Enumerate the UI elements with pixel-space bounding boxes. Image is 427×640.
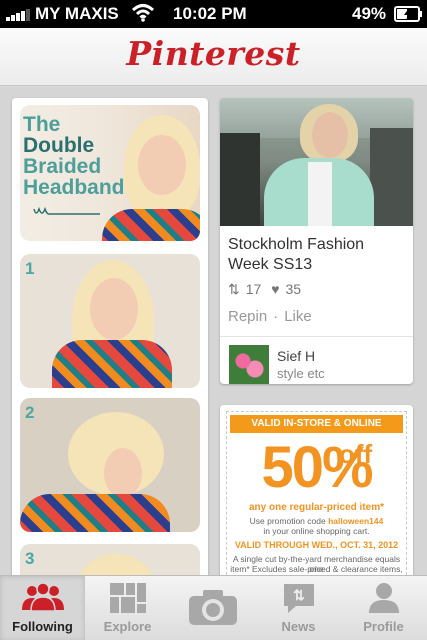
- step-number: 2: [25, 403, 35, 422]
- tab-explore[interactable]: Explore: [85, 576, 170, 640]
- clock: 10:02 PM: [173, 4, 247, 23]
- coupon-valid-through: VALID THROUGH WED., OCT. 31, 2012: [234, 540, 399, 550]
- battery-percentage: 49%: [352, 4, 387, 23]
- app-header: Pinterest: [0, 28, 427, 86]
- squiggle-decoration-icon: [33, 206, 100, 215]
- coupon-discount: 50% off: [227, 434, 406, 501]
- explore-grid-icon: [109, 583, 146, 613]
- pin-image-step-3[interactable]: 3: [20, 544, 200, 575]
- tab-bar: Following Explore ⇅ News Profile: [0, 575, 427, 640]
- coupon-fine-print-2: item* Excludes sale-priced & clearance i…: [230, 564, 403, 574]
- pinner-avatar[interactable]: [229, 345, 269, 384]
- coupon-promo-code: halloween144: [328, 516, 384, 526]
- pinner-name[interactable]: Sief H: [277, 348, 315, 364]
- step-number: 1: [25, 259, 35, 278]
- tab-following[interactable]: Following: [0, 576, 85, 640]
- signal-strength-icon: [6, 9, 32, 21]
- svg-text:⇅: ⇅: [293, 587, 305, 603]
- pin-image-title[interactable]: The Double Braided Headband: [20, 105, 200, 241]
- news-speech-bubble-icon: ⇅: [283, 584, 314, 613]
- tab-news[interactable]: ⇅ News: [256, 576, 341, 640]
- status-bar: MY MAXIS 10:02 PM 49%: [0, 0, 427, 28]
- profile-person-icon: [368, 583, 399, 613]
- pin-image-fashion[interactable]: [220, 98, 413, 226]
- coupon-off: off: [339, 439, 373, 469]
- divider: [220, 336, 413, 337]
- coupon-promo-line: Use promotion code halloween144: [249, 516, 384, 526]
- like-count-icon: ♥: [271, 281, 280, 297]
- tab-label: News: [281, 619, 316, 634]
- tab-profile[interactable]: Profile: [341, 576, 426, 640]
- like-count: 35: [285, 281, 302, 297]
- pin-feed[interactable]: The Double Braided Headband 1 2 3 Stockh…: [0, 87, 427, 575]
- coupon-banner: VALID IN-STORE & ONLINE: [230, 415, 403, 433]
- pinner-board[interactable]: style etc: [277, 366, 325, 381]
- repin-button[interactable]: Repin: [228, 308, 267, 325]
- pinterest-logo[interactable]: Pinterest: [0, 34, 427, 73]
- pin-card-stockholm-fashion-week[interactable]: Stockholm Fashion Week SS13 ⇅ 17 ♥ 35 Repi…: [220, 98, 413, 384]
- repin-count-icon: ⇅: [228, 281, 240, 297]
- coupon-promo-suffix: in your online shopping cart.: [263, 526, 370, 536]
- coupon-any-item: any one regular-priced item*: [248, 502, 385, 513]
- pin-image-step-2[interactable]: 2: [20, 398, 200, 532]
- coupon-image[interactable]: VALID IN-STORE & ONLINE 50% off any one …: [226, 411, 407, 575]
- pin-stats: ⇅ 17 ♥ 35: [228, 281, 307, 298]
- pin-card-coupon[interactable]: VALID IN-STORE & ONLINE 50% off any one …: [220, 405, 413, 575]
- wifi-icon: [132, 4, 154, 22]
- pin-description: Stockholm Fashion Week SS13: [228, 236, 365, 273]
- pin-card-braided-headband[interactable]: The Double Braided Headband 1 2 3: [12, 98, 208, 575]
- tab-label: Profile: [363, 619, 404, 634]
- pin-actions: Repin · Like: [228, 308, 312, 325]
- repin-count: 17: [245, 281, 262, 297]
- tab-label: Explore: [103, 619, 152, 634]
- pin-image-title-text: The Double Braided Headband: [23, 113, 125, 199]
- action-separator: ·: [273, 308, 279, 325]
- camera-icon: [188, 590, 237, 625]
- like-button[interactable]: Like: [284, 308, 312, 325]
- battery-charging-icon: [394, 6, 422, 22]
- pin-image-step-1[interactable]: 1: [20, 254, 200, 388]
- following-people-icon: [21, 582, 64, 612]
- carrier-name: MY MAXIS: [35, 4, 119, 23]
- tab-camera[interactable]: [170, 576, 255, 640]
- step-number: 3: [25, 549, 35, 568]
- tab-label: Following: [12, 619, 73, 634]
